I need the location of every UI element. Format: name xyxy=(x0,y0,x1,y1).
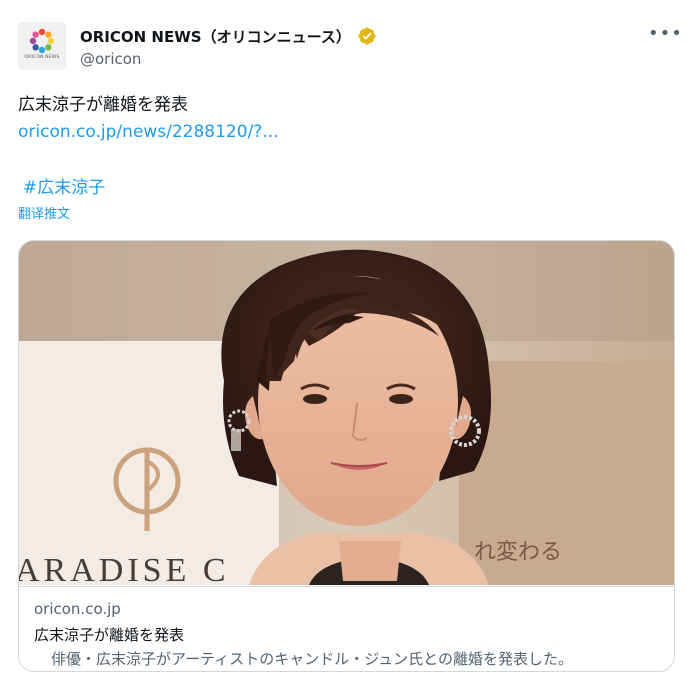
card-description: 俳優・広末涼子がアーティストのキャンドル・ジュン氏との離婚を発表した。 xyxy=(51,650,574,668)
display-name[interactable]: ORICON NEWS（オリコンニュース） xyxy=(80,26,351,47)
logo-dot xyxy=(38,28,46,36)
image-right-text: れ変わる xyxy=(474,540,562,565)
tweet-text: 広末涼子が離婚を発表 xyxy=(18,95,188,115)
logo-dot xyxy=(29,37,37,45)
logo-dot xyxy=(32,44,39,51)
tweet-link[interactable]: oricon.co.jp/news/2288120/?... xyxy=(18,120,279,144)
card-image[interactable]: ARADISE C れ変わる xyxy=(19,241,674,585)
avatar[interactable]: ORICON NEWS xyxy=(18,22,66,70)
logo-dot xyxy=(45,31,52,38)
logo-dot xyxy=(45,44,52,51)
card-domain: oricon.co.jp xyxy=(34,600,121,618)
verified-badge-icon[interactable] xyxy=(357,26,377,46)
more-options-icon[interactable]: ••• xyxy=(648,24,682,44)
hashtag-link[interactable]: #広末涼子 xyxy=(23,176,105,200)
account-handle[interactable]: @oricon xyxy=(80,50,141,68)
card-title: 広末涼子が離婚を発表 xyxy=(34,626,185,644)
oricon-logo-icon xyxy=(29,28,55,54)
author-name-row: ORICON NEWS（オリコンニュース） xyxy=(80,25,377,47)
image-signage-text: ARADISE C xyxy=(19,552,230,585)
card-footer[interactable]: oricon.co.jp 広末涼子が離婚を発表 俳優・広末涼子がアーティストのキ… xyxy=(19,586,674,671)
link-preview-card[interactable]: ARADISE C れ変わる oricon.co.jp 広末涼子が離婚を発表 俳… xyxy=(18,240,675,672)
logo-dot xyxy=(47,37,55,45)
translate-button[interactable]: 翻译推文 xyxy=(18,206,70,224)
logo-dot xyxy=(38,46,46,54)
avatar-logo-text: ORICON NEWS xyxy=(24,55,60,60)
logo-dot xyxy=(32,31,39,38)
